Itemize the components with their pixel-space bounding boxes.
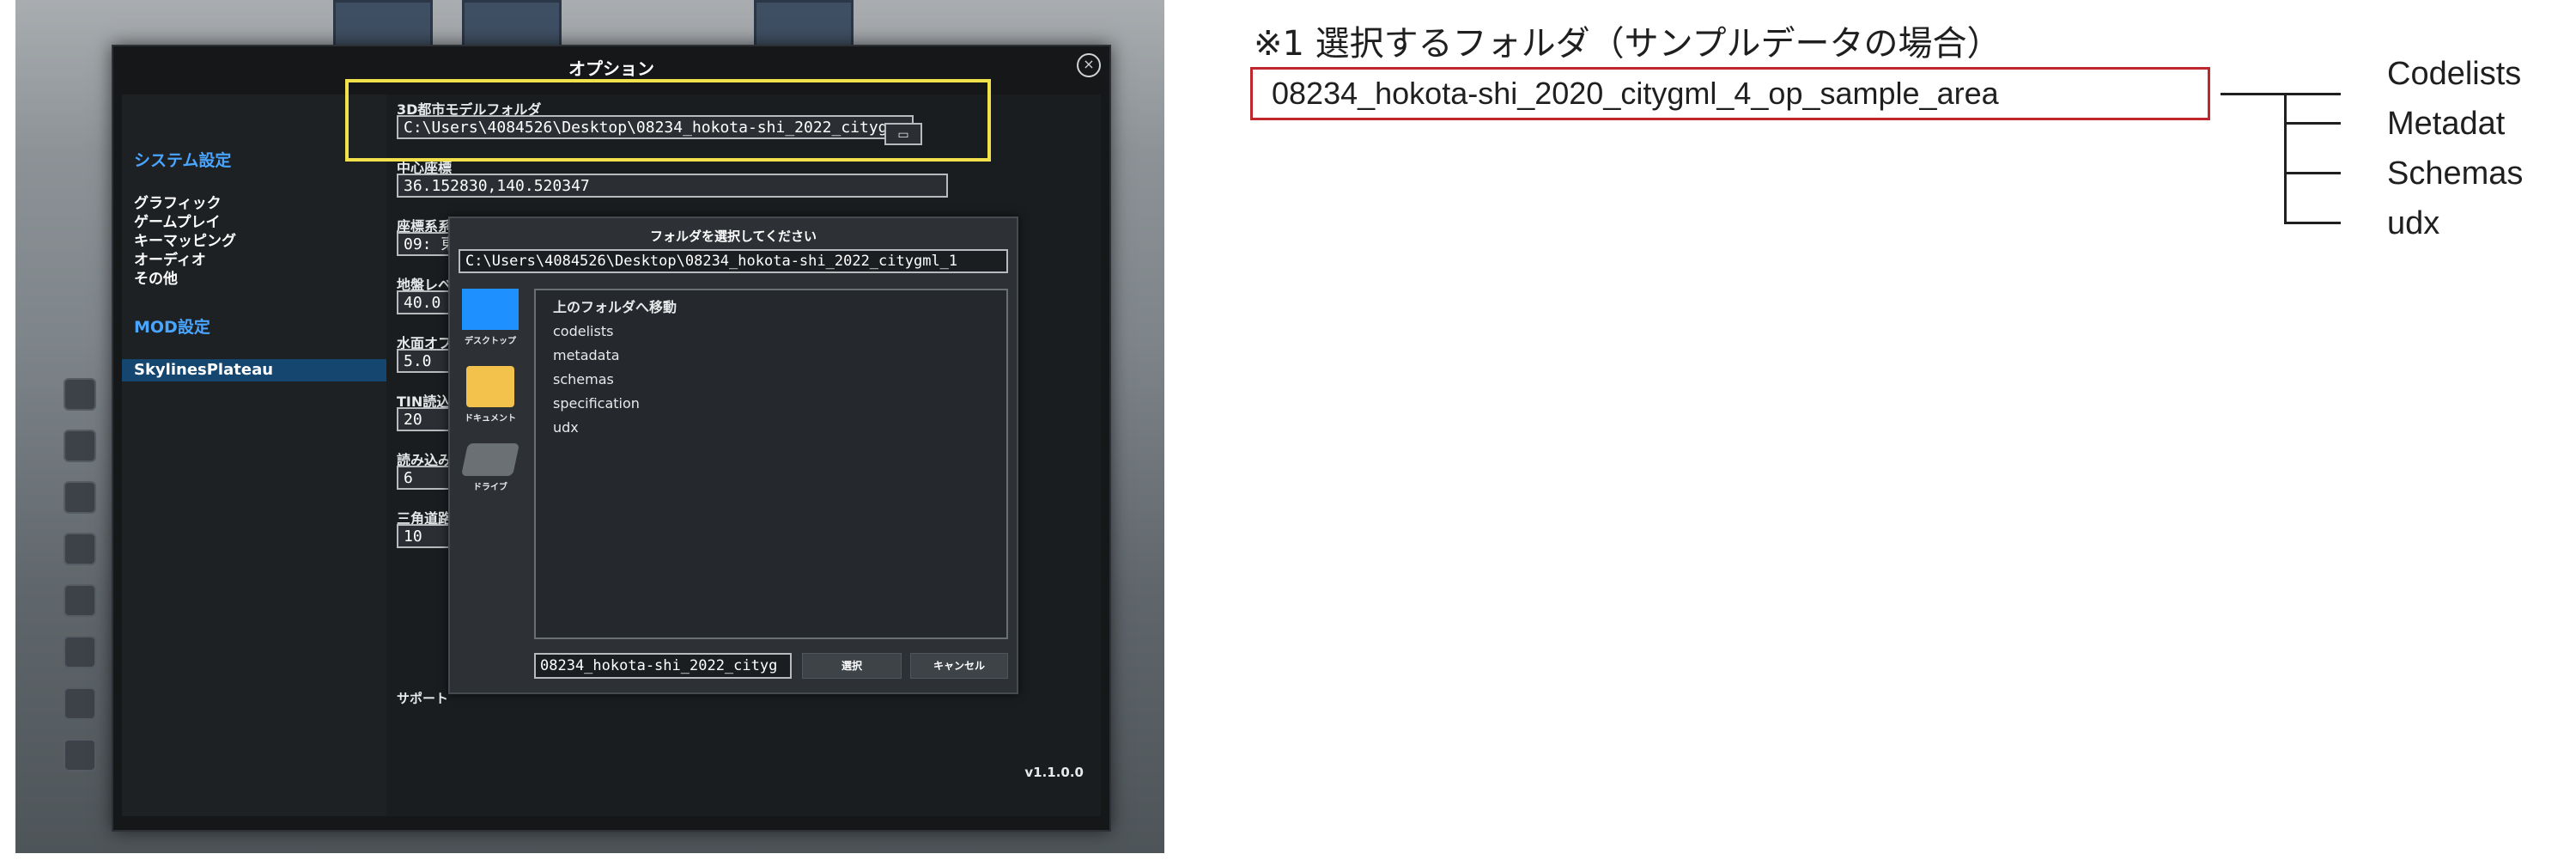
- folder-icon: [466, 366, 514, 407]
- place-drive[interactable]: ドライブ: [459, 443, 522, 492]
- support-label: サポート: [397, 691, 449, 706]
- sidebar-item-gameplay[interactable]: ゲームプレイ: [134, 213, 220, 232]
- subfolder-label: Schemas: [2387, 156, 2524, 192]
- list-item[interactable]: codelists: [553, 323, 613, 340]
- list-item[interactable]: udx: [553, 419, 579, 436]
- subfolder-label: udx: [2387, 205, 2440, 241]
- tree-branch: [2284, 122, 2341, 125]
- map-icon[interactable]: [64, 430, 96, 462]
- zone-icon[interactable]: [64, 739, 96, 772]
- list-item[interactable]: metadata: [553, 347, 620, 364]
- home-icon[interactable]: [64, 636, 96, 668]
- folder-select-dialog: フォルダを選択してください C:\Users\4084526\Desktop\0…: [448, 217, 1018, 694]
- folder-path-input[interactable]: C:\Users\4084526\Desktop\08234_hokota-sh…: [459, 249, 1008, 273]
- toggle-icon[interactable]: [64, 687, 96, 720]
- mod-settings-heading: MOD設定: [134, 318, 210, 337]
- place-documents[interactable]: ドキュメント: [459, 366, 522, 424]
- chart-icon[interactable]: [64, 533, 96, 565]
- subfolder-label: Codelists: [2387, 56, 2522, 92]
- game-screenshot: オプション × システム設定 グラフィック ゲームプレイ キーマッピング オーデ…: [15, 0, 1164, 853]
- folder-browse-button[interactable]: ▭: [884, 123, 922, 145]
- place-documents-label: ドキュメント: [465, 414, 516, 424]
- annotation-title: ※1 選択するフォルダ（サンプルデータの場合）: [1254, 24, 2002, 64]
- folder-list: 上のフォルダへ移動 codelists metadata schemas spe…: [534, 289, 1008, 639]
- options-sidebar: システム設定 グラフィック ゲームプレイ キーマッピング オーディオ その他 M…: [122, 95, 388, 816]
- subfolder-label: Metadat: [2387, 106, 2506, 142]
- desktop-icon: [462, 289, 519, 330]
- sidebar-item-audio[interactable]: オーディオ: [134, 251, 206, 270]
- place-desktop[interactable]: デスクトップ: [459, 289, 522, 346]
- place-desktop-label: デスクトップ: [465, 337, 516, 346]
- system-settings-heading: システム設定: [134, 151, 232, 170]
- globe-icon[interactable]: [64, 378, 96, 411]
- select-button[interactable]: 選択: [802, 653, 902, 679]
- list-item-up[interactable]: 上のフォルダへ移動: [553, 299, 677, 316]
- tree-branch: [2284, 222, 2341, 224]
- list-item[interactable]: schemas: [553, 371, 614, 388]
- folder-dialog-title: フォルダを選択してください: [649, 229, 817, 244]
- folder-icon: ▭: [897, 128, 909, 142]
- tree-branch: [2284, 172, 2341, 174]
- highlight-box: [345, 79, 991, 162]
- district-icon[interactable]: [64, 584, 96, 617]
- root-folder-box: 08234_hokota-shi_2020_citygml_4_op_sampl…: [1250, 67, 2210, 120]
- place-drive-label: ドライブ: [473, 483, 507, 492]
- center-coordinate-input[interactable]: 36.152830,140.520347: [397, 174, 948, 198]
- cancel-button[interactable]: キャンセル: [910, 653, 1008, 679]
- tree-branch: [2284, 93, 2341, 95]
- sidebar-item-skylinesplateau[interactable]: SkylinesPlateau: [122, 359, 388, 381]
- version-label: v1.1.0.0: [1024, 765, 1084, 780]
- sidebar-item-misc[interactable]: その他: [134, 270, 178, 289]
- tree-connector: [2284, 93, 2287, 223]
- folder-name-input[interactable]: 08234_hokota-shi_2022_cityg: [534, 653, 792, 679]
- sidebar-item-keymapping[interactable]: キーマッピング: [134, 232, 236, 251]
- dialog-title: オプション: [568, 58, 654, 79]
- close-icon[interactable]: ×: [1077, 53, 1101, 77]
- list-item[interactable]: specification: [553, 395, 640, 412]
- drive-icon: [460, 443, 520, 476]
- sidebar-item-graphics[interactable]: グラフィック: [134, 194, 222, 213]
- list-icon[interactable]: [64, 481, 96, 514]
